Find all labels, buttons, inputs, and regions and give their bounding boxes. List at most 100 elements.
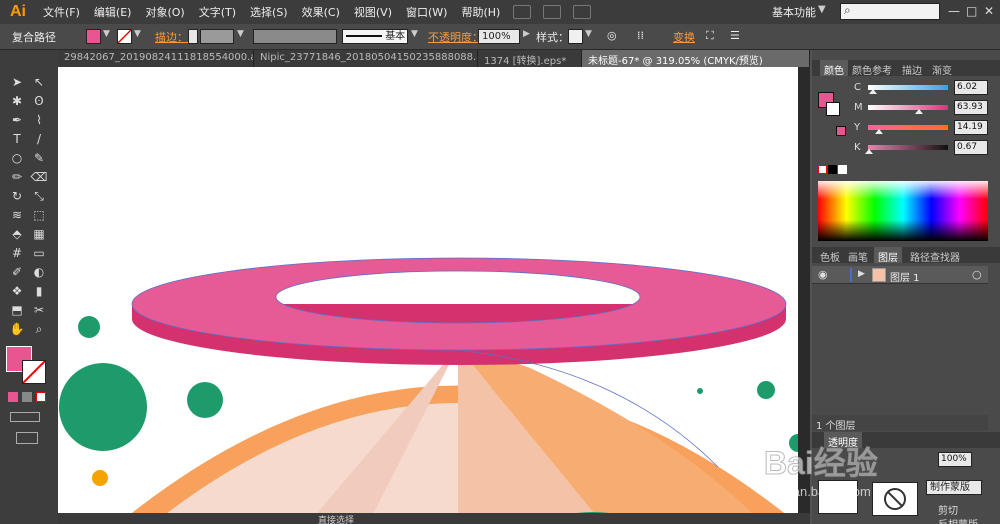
ellipse-tool-icon[interactable]: ○ bbox=[8, 150, 26, 166]
align-icon[interactable]: ⁞⁞ bbox=[637, 29, 644, 42]
brush-definition[interactable]: 基本 bbox=[342, 29, 408, 44]
tab-pathfinder[interactable]: 路径查找器 bbox=[906, 247, 964, 264]
magic-wand-tool-icon[interactable]: ✱ bbox=[8, 93, 26, 109]
workspace-switcher[interactable]: 基本功能 bbox=[772, 4, 816, 20]
none-swatch[interactable] bbox=[818, 165, 827, 174]
close-icon[interactable]: ✕ bbox=[984, 4, 994, 18]
stroke-none-swatch[interactable] bbox=[117, 29, 132, 44]
menu-type[interactable]: 文字(T) bbox=[192, 4, 243, 20]
variable-width-profile[interactable] bbox=[253, 29, 337, 44]
isolate-icon[interactable]: ⛶ bbox=[706, 29, 714, 43]
rotate-tool-icon[interactable]: ↻ bbox=[8, 188, 26, 204]
tab-layers[interactable]: 图层 bbox=[874, 247, 902, 264]
white-swatch[interactable] bbox=[838, 165, 847, 174]
tab-gradient[interactable]: 渐变 bbox=[928, 60, 956, 77]
minimize-icon[interactable]: — bbox=[948, 4, 960, 18]
stroke-weight-stepper[interactable] bbox=[188, 29, 198, 44]
arrange-documents-icon[interactable] bbox=[543, 5, 562, 19]
hand-tool-icon[interactable]: ✋ bbox=[8, 321, 26, 337]
channel-value-field[interactable]: 0.67 bbox=[954, 140, 988, 155]
chevron-down-icon[interactable]: ▼ bbox=[237, 29, 244, 39]
type-tool-icon[interactable]: T bbox=[8, 131, 26, 147]
graphic-style-swatch[interactable] bbox=[568, 29, 583, 44]
chevron-down-icon[interactable]: ▼ bbox=[585, 29, 592, 39]
menu-object[interactable]: 对象(O) bbox=[138, 4, 191, 20]
tab-document-1[interactable]: 29842067_20190824111818554000.ai* bbox=[58, 50, 254, 67]
curvature-tool-icon[interactable]: ⌇ bbox=[30, 112, 48, 128]
tab-document-2[interactable]: Nipic_23771846_20180504150235888088.ai* bbox=[254, 50, 478, 67]
zoom-tool-icon[interactable]: ⌕ bbox=[30, 321, 48, 337]
chevron-down-icon[interactable]: ▼ bbox=[411, 29, 418, 39]
color-spectrum[interactable] bbox=[818, 181, 988, 241]
bridge-icon[interactable] bbox=[513, 5, 532, 19]
stroke-color-box[interactable] bbox=[22, 360, 46, 384]
search-input[interactable] bbox=[840, 3, 940, 20]
gradient-mode-button[interactable] bbox=[22, 392, 32, 402]
artboard-canvas[interactable] bbox=[58, 67, 798, 524]
menu-select[interactable]: 选择(S) bbox=[243, 4, 295, 20]
scale-tool-icon[interactable]: ⤡ bbox=[30, 188, 48, 204]
chevron-down-icon[interactable]: ▶ bbox=[523, 29, 530, 39]
column-graph-tool-icon[interactable]: ▮ bbox=[30, 283, 48, 299]
none-mode-button[interactable] bbox=[36, 392, 46, 402]
direct-selection-tool-icon[interactable]: ↖ bbox=[30, 74, 48, 90]
paintbrush-tool-icon[interactable]: ✎ bbox=[30, 150, 48, 166]
fill-swatch[interactable] bbox=[86, 29, 101, 44]
target-icon[interactable]: ○ bbox=[972, 268, 982, 281]
channel-value-field[interactable]: 63.93 bbox=[954, 100, 988, 115]
gpu-performance-icon[interactable] bbox=[573, 5, 592, 19]
free-transform-tool-icon[interactable]: ⬚ bbox=[30, 207, 48, 223]
width-tool-icon[interactable]: ≋ bbox=[8, 207, 26, 223]
transform-link[interactable]: 变换 bbox=[673, 29, 695, 45]
opacity-field[interactable]: 100% bbox=[478, 29, 520, 44]
menu-edit[interactable]: 编辑(E) bbox=[87, 4, 139, 20]
menu-window[interactable]: 窗口(W) bbox=[399, 4, 454, 20]
slider-thumb[interactable] bbox=[875, 129, 884, 134]
chevron-down-icon[interactable]: ▼ bbox=[103, 29, 110, 39]
slice-tool-icon[interactable]: ✂ bbox=[30, 302, 48, 318]
artwork[interactable] bbox=[58, 67, 798, 524]
layer-row[interactable]: ◉ ▶ 图层 1 ○ bbox=[812, 266, 988, 284]
eye-icon[interactable]: ◉ bbox=[818, 268, 828, 281]
pencil-tool-icon[interactable]: ✏ bbox=[8, 169, 26, 185]
tab-color-guide[interactable]: 颜色参考 bbox=[848, 60, 896, 77]
channel-value-field[interactable]: 6.02 bbox=[954, 80, 988, 95]
panel-menu-icon[interactable]: ☰ bbox=[730, 29, 740, 42]
eyedropper-tool-icon[interactable]: ✐ bbox=[8, 264, 26, 280]
stroke-weight-field[interactable] bbox=[200, 29, 234, 44]
chevron-down-icon[interactable]: ▼ bbox=[818, 4, 826, 15]
channel-slider[interactable] bbox=[868, 105, 948, 110]
channel-value-field[interactable]: 14.19 bbox=[954, 120, 988, 135]
selection-tool-icon[interactable]: ➤ bbox=[8, 74, 26, 90]
color-mode-button[interactable] bbox=[8, 392, 18, 402]
perspective-grid-tool-icon[interactable]: ▦ bbox=[30, 226, 48, 242]
channel-slider[interactable] bbox=[868, 85, 948, 90]
blend-tool-icon[interactable]: ◐ bbox=[30, 264, 48, 280]
layer-name[interactable]: 图层 1 bbox=[890, 269, 920, 284]
eraser-tool-icon[interactable]: ⌫ bbox=[30, 169, 48, 185]
tab-document-active[interactable]: 未标题-67* @ 319.05% (CMYK/预览) bbox=[582, 50, 810, 67]
channel-slider[interactable] bbox=[868, 145, 948, 150]
tab-color[interactable]: 颜色 bbox=[820, 60, 848, 77]
slider-thumb[interactable] bbox=[868, 89, 877, 94]
shape-builder-tool-icon[interactable]: ⬘ bbox=[8, 226, 26, 242]
recolor-icon[interactable]: ◎ bbox=[607, 29, 617, 42]
tab-brushes[interactable]: 画笔 bbox=[844, 247, 872, 264]
line-tool-icon[interactable]: / bbox=[30, 131, 48, 147]
menu-file[interactable]: 文件(F) bbox=[36, 4, 87, 20]
menu-effect[interactable]: 效果(C) bbox=[295, 4, 347, 20]
slider-thumb[interactable] bbox=[915, 109, 924, 114]
maximize-icon[interactable]: □ bbox=[966, 4, 977, 18]
draw-mode-icon[interactable] bbox=[10, 412, 40, 422]
opacity-label[interactable]: 不透明度： bbox=[428, 29, 483, 45]
stroke-label[interactable]: 描边： bbox=[155, 29, 188, 45]
tab-swatches[interactable]: 色板 bbox=[816, 247, 844, 264]
menu-help[interactable]: 帮助(H) bbox=[454, 4, 507, 20]
expand-arrow-icon[interactable]: ▶ bbox=[858, 269, 865, 279]
menu-view[interactable]: 视图(V) bbox=[347, 4, 399, 20]
screen-mode-icon[interactable] bbox=[16, 432, 38, 444]
artboard-tool-icon[interactable]: ⬒ bbox=[8, 302, 26, 318]
mesh-tool-icon[interactable]: # bbox=[8, 245, 26, 261]
tab-stroke[interactable]: 描边 bbox=[898, 60, 926, 77]
chevron-down-icon[interactable]: ▼ bbox=[134, 29, 141, 39]
